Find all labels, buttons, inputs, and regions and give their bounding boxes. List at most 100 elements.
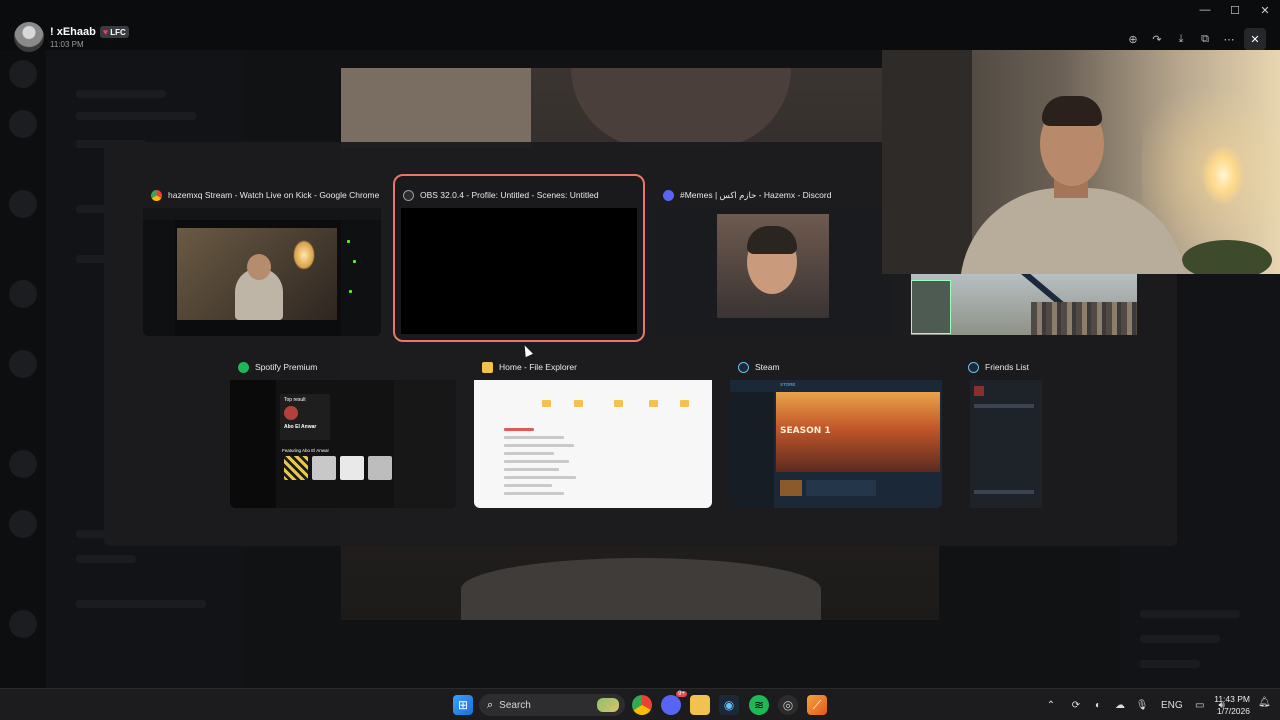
- switcher-window-discord[interactable]: #Memes | حازم اكس - Hazemx - Discord: [655, 182, 893, 336]
- spotify-icon: [238, 361, 249, 373]
- artist-name: Abo El Anwar: [284, 424, 317, 430]
- video-subject-shirt: [461, 558, 821, 620]
- switcher-window-chrome[interactable]: hazemxq Stream - Watch Live on Kick - Go…: [143, 182, 381, 336]
- featured-title: SEASON 1: [780, 426, 831, 436]
- message-timestamp: 11:03 PM: [50, 40, 84, 49]
- forward-icon[interactable]: ↷: [1148, 30, 1166, 48]
- notification-bell-icon[interactable]: 🔔︎: [1258, 697, 1271, 711]
- download-icon[interactable]: ⤓: [1172, 30, 1190, 48]
- file-explorer-icon: [482, 361, 493, 373]
- language-indicator[interactable]: ENG: [1161, 697, 1183, 713]
- window-controls: — ☐ ✕: [1190, 0, 1280, 20]
- chrome-icon: [151, 189, 162, 201]
- friends-thumb-bg: [970, 380, 1042, 508]
- webcam-door: [882, 50, 972, 274]
- server-icon: [9, 110, 37, 138]
- window-title: Steam: [755, 362, 780, 372]
- open-external-icon[interactable]: ⧉: [1196, 30, 1214, 48]
- window-title-bar: Friends List: [960, 354, 1052, 380]
- file-explorer-icon[interactable]: [690, 695, 710, 715]
- discord-icon[interactable]: 9+: [661, 691, 687, 715]
- minimize-icon[interactable]: —: [1190, 0, 1220, 20]
- author-name[interactable]: ! xEhaab ♥ LFC: [50, 26, 129, 38]
- window-title: Spotify Premium: [255, 362, 318, 372]
- window-title-bar: Home - File Explorer: [474, 354, 712, 380]
- clock-time: 11:43 PM: [1214, 694, 1250, 704]
- window-thumbnail: Top result Abo El Anwar Featuring Abo El…: [230, 380, 456, 508]
- desktop: — ☐ ✕ ! xEhaab ♥ LFC 11:03 PM ⊕ ↷ ⤓ ⧉ ⋯ ✕: [0, 0, 1280, 720]
- switcher-window-obs[interactable]: OBS 32.0.4 - Profile: Untitled - Scenes:…: [393, 174, 645, 342]
- server-icon: [9, 450, 37, 478]
- steam-store-tab: STORE: [780, 382, 796, 387]
- more-icon[interactable]: ⋯: [1220, 30, 1238, 48]
- viewer-toolbar: ⊕ ↷ ⤓ ⧉ ⋯ ✕: [1124, 28, 1266, 50]
- switcher-window-steam[interactable]: Steam STORE SEASON 1: [730, 354, 942, 508]
- friend-row: [974, 404, 1034, 408]
- window-thumbnail: [401, 208, 637, 334]
- clock[interactable]: 11:43 PM 1/7/2026: [1214, 693, 1250, 717]
- window-thumbnail: [655, 208, 893, 336]
- spotify-now-playing: [394, 380, 456, 508]
- switcher-window-spotify[interactable]: Spotify Premium Top result Abo El Anwar …: [230, 354, 456, 508]
- window-title: Home - File Explorer: [499, 362, 577, 372]
- server-icon: [9, 280, 37, 308]
- onedrive-icon[interactable]: ☁: [1112, 697, 1128, 713]
- taskbar-search[interactable]: ⌕ Search: [479, 694, 625, 716]
- minimap: [911, 280, 951, 334]
- window-close-icon[interactable]: ✕: [1250, 0, 1280, 20]
- server-icon: [9, 510, 37, 538]
- steam-icon[interactable]: ◉: [719, 695, 739, 715]
- clock-date: 1/7/2026: [1216, 706, 1250, 716]
- window-title-bar: Steam: [730, 354, 942, 380]
- search-highlight-icon: [597, 698, 619, 712]
- streamer-face: [247, 254, 271, 280]
- kick-header: [143, 208, 381, 220]
- discord-tray-icon[interactable]: ◐: [1090, 697, 1106, 713]
- window-thumbnail: STORE SEASON 1: [730, 380, 942, 508]
- app-icon[interactable]: ⟋: [807, 695, 827, 715]
- artist-avatar: [284, 406, 298, 420]
- kick-chat: [341, 220, 381, 336]
- close-icon[interactable]: ✕: [1244, 28, 1266, 50]
- kick-stream-video: [177, 228, 337, 320]
- video-background-wall: [341, 68, 531, 148]
- steam-icon: [738, 361, 749, 373]
- author-name-text: ! xEhaab: [50, 26, 96, 38]
- maximize-icon[interactable]: ☐: [1220, 0, 1250, 20]
- network-icon[interactable]: ▭: [1192, 697, 1208, 713]
- steam-friends-icon: [968, 361, 979, 373]
- zoom-icon[interactable]: ⊕: [1124, 30, 1142, 48]
- spotify-library: [230, 380, 276, 508]
- game-capsule-info: [806, 480, 876, 496]
- kick-sidebar: [143, 220, 175, 336]
- microphone-icon[interactable]: 🎙︎: [1134, 697, 1150, 713]
- sync-icon[interactable]: ⟳: [1068, 697, 1084, 713]
- clan-tag-badge: ♥ LFC: [99, 26, 129, 38]
- chevron-up-icon[interactable]: ⌃: [1043, 697, 1059, 713]
- game-crowd: [1031, 302, 1137, 335]
- server-icon: [9, 60, 37, 88]
- switcher-window-file-explorer[interactable]: Home - File Explorer: [474, 354, 712, 508]
- avatar[interactable]: [14, 22, 44, 52]
- taskbar: ⊞ ⌕ Search 9+ ◉ ≋ ◎ ⟋ ⌃ ⟳ ◐ ☁ 🎙︎ ENG ▭ 🔊…: [0, 688, 1280, 720]
- obs-icon[interactable]: ◎: [778, 695, 798, 715]
- discord-icon: [663, 189, 674, 201]
- window-thumbnail: [970, 380, 1042, 508]
- window-title-bar: OBS 32.0.4 - Profile: Untitled - Scenes:…: [395, 182, 643, 208]
- server-icon: [9, 350, 37, 378]
- discord-video-tile: [717, 214, 829, 318]
- server-icon: [9, 190, 37, 218]
- game-capture-preview: [911, 274, 1137, 335]
- clan-tag-text: LFC: [110, 27, 126, 37]
- chrome-icon[interactable]: [632, 695, 652, 715]
- window-thumbnail: [474, 380, 712, 508]
- switcher-window-friends-list[interactable]: Friends List: [960, 354, 1052, 508]
- lamp: [293, 240, 315, 270]
- steam-featured-banner: SEASON 1: [776, 392, 940, 472]
- spotify-icon[interactable]: ≋: [749, 695, 769, 715]
- video-subject-head: [571, 68, 791, 148]
- search-icon: ⌕: [487, 698, 494, 711]
- search-placeholder: Search: [499, 699, 531, 711]
- windows-start-icon[interactable]: ⊞: [453, 695, 473, 715]
- window-title: Friends List: [985, 362, 1029, 372]
